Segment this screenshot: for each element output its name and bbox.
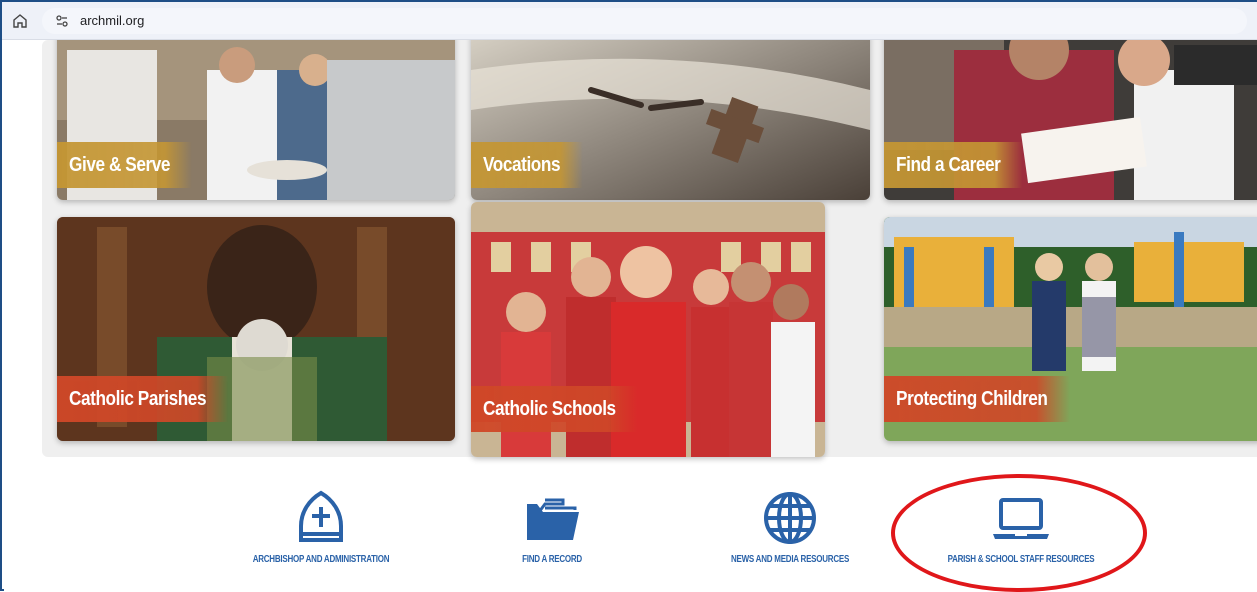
url-text: archmil.org (80, 13, 145, 28)
quick-link-label: ARCHBISHOP AND ADMINISTRATION (252, 554, 390, 565)
quick-link-label: FIND A RECORD (522, 554, 582, 565)
tile-find-career[interactable]: Find a Career (884, 40, 1257, 200)
tile-label: Find a Career (884, 142, 1023, 188)
tile-catholic-schools[interactable]: Catholic Schools (471, 202, 825, 457)
globe-icon (764, 492, 816, 544)
tile-protecting-children[interactable]: Protecting Children (884, 217, 1257, 441)
tile-label: Catholic Schools (471, 386, 639, 432)
quick-link-archbishop[interactable]: ARCHBISHOP AND ADMINISTRATION (211, 490, 431, 565)
tile-label: Vocations (471, 142, 583, 188)
folder-icon (527, 498, 579, 540)
url-field[interactable]: archmil.org (42, 8, 1247, 34)
quick-link-news-media[interactable]: NEWS AND MEDIA RESOURCES (680, 490, 900, 565)
quick-link-label: NEWS AND MEDIA RESOURCES (730, 554, 850, 565)
home-icon[interactable] (10, 11, 30, 31)
tile-catholic-parishes[interactable]: Catholic Parishes (57, 217, 455, 441)
tile-label: Catholic Parishes (57, 376, 229, 422)
tile-vocations[interactable]: Vocations (471, 40, 870, 200)
quick-link-find-record[interactable]: FIND A RECORD (442, 490, 662, 565)
address-bar: archmil.org (2, 2, 1257, 40)
tile-label: Protecting Children (884, 376, 1070, 422)
mitre-cross-icon (299, 490, 343, 542)
annotation-highlight-circle (891, 474, 1147, 592)
site-settings-icon[interactable] (54, 13, 70, 29)
tile-give-serve[interactable]: Give & Serve (57, 40, 455, 200)
tile-label: Give & Serve (57, 142, 193, 188)
